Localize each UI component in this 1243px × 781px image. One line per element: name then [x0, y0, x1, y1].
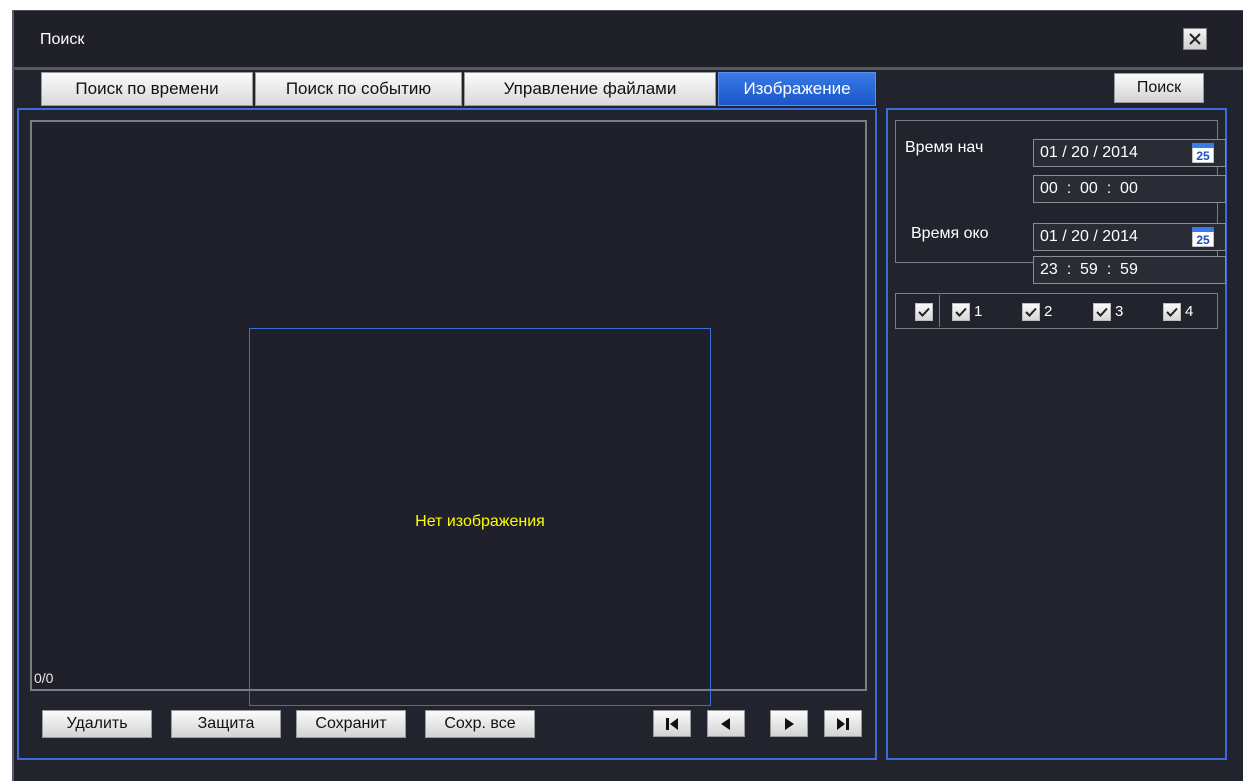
tab-time-search[interactable]: Поиск по времени — [41, 72, 253, 106]
checkmark-icon — [918, 307, 930, 317]
channel-2-checkbox[interactable] — [1022, 303, 1040, 321]
end-time-field[interactable]: 23 : 59 : 59 — [1033, 256, 1226, 284]
channel-1-checkbox[interactable] — [952, 303, 970, 321]
checkmark-icon — [1025, 307, 1037, 317]
checkmark-icon — [955, 307, 967, 317]
image-frame: Нет изображения — [249, 328, 711, 706]
first-button[interactable] — [653, 710, 691, 737]
next-icon — [785, 717, 794, 730]
calendar-icon[interactable]: 25 — [1192, 143, 1214, 163]
channel-4-checkbox[interactable] — [1163, 303, 1181, 321]
svg-text:25: 25 — [1196, 233, 1210, 247]
checkmark-icon — [1166, 307, 1178, 317]
close-button[interactable] — [1183, 28, 1207, 50]
start-time-label: Время нач — [905, 139, 984, 156]
title-bar: Поиск — [14, 10, 1243, 70]
start-time-field[interactable]: 00 : 00 : 00 — [1033, 175, 1226, 203]
end-date-value: 01 / 20 / 2014 — [1040, 228, 1138, 245]
last-button[interactable] — [824, 710, 862, 737]
svg-text:25: 25 — [1196, 149, 1210, 163]
prev-icon — [721, 717, 730, 730]
protect-button[interactable]: Защита — [171, 710, 281, 738]
next-button[interactable] — [770, 710, 808, 737]
channel-4-label: 4 — [1185, 303, 1194, 320]
channel-3-checkbox[interactable] — [1093, 303, 1111, 321]
end-time-label: Время око — [911, 225, 989, 242]
channel-2-label: 2 — [1044, 303, 1053, 320]
start-time-value: 00 : 00 : 00 — [1040, 180, 1138, 197]
start-date-value: 01 / 20 / 2014 — [1040, 144, 1138, 161]
search-button[interactable]: Поиск — [1114, 73, 1204, 103]
save-all-button[interactable]: Сохр. все — [425, 710, 535, 738]
no-image-message: Нет изображения — [415, 513, 545, 530]
close-icon — [1189, 33, 1201, 45]
first-icon — [666, 717, 678, 730]
delete-button[interactable]: Удалить — [42, 710, 152, 738]
tab-file-management[interactable]: Управление файлами — [464, 72, 716, 106]
channel-3-label: 3 — [1115, 303, 1124, 320]
channel-divider — [939, 295, 940, 327]
end-time-value: 23 : 59 : 59 — [1040, 261, 1138, 278]
checkmark-icon — [1096, 307, 1108, 317]
tab-image[interactable]: Изображение — [718, 72, 876, 106]
window-title: Поиск — [40, 31, 85, 48]
prev-button[interactable] — [707, 710, 745, 737]
calendar-icon[interactable]: 25 — [1192, 227, 1214, 247]
save-button[interactable]: Сохранит — [296, 710, 406, 738]
image-viewer: Нет изображения — [30, 120, 867, 706]
select-all-checkbox[interactable] — [915, 303, 933, 321]
tab-event-search[interactable]: Поиск по событию — [255, 72, 462, 106]
image-counter: 0/0 — [34, 670, 54, 686]
last-icon — [837, 717, 849, 730]
channel-1-label: 1 — [974, 303, 983, 320]
